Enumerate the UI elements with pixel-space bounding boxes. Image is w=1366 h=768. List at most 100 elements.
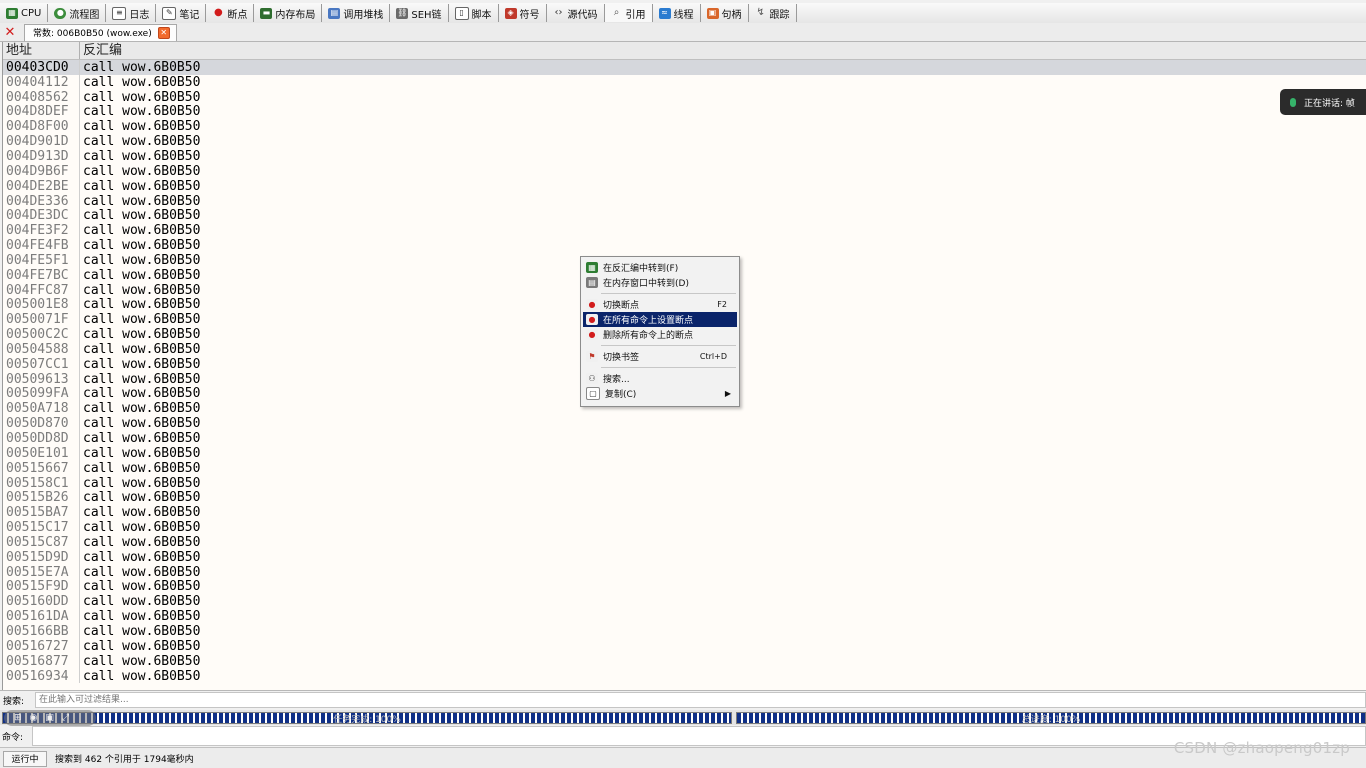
tab-graph[interactable]: ● 流程图 bbox=[48, 4, 107, 22]
disassembly-cell: call wow.6B0B50 bbox=[83, 653, 201, 669]
seh-icon: ⛓ bbox=[396, 7, 409, 19]
menu-item-toggle-bookmark[interactable]: ⚑ 切换书签 Ctrl+D bbox=[583, 349, 737, 364]
table-row[interactable]: 005158C1 call wow.6B0B50 bbox=[3, 476, 1366, 491]
menu-item-remove-breakpoints-all[interactable]: ● 删除所有命令上的断点 bbox=[583, 327, 737, 342]
address-cell: 0050071F bbox=[3, 312, 80, 327]
expand-icon[interactable]: ⤢ bbox=[62, 713, 69, 723]
table-row[interactable]: 00408562 call wow.6B0B50 bbox=[3, 90, 1366, 105]
address-cell: 004FE5F1 bbox=[3, 253, 80, 268]
table-row[interactable]: 00515667 call wow.6B0B50 bbox=[3, 461, 1366, 476]
table-row[interactable]: 004DE2BE call wow.6B0B50 bbox=[3, 179, 1366, 194]
table-row[interactable]: 00515F9D call wow.6B0B50 bbox=[3, 579, 1366, 594]
tab-log[interactable]: ≡ 日志 bbox=[106, 4, 157, 22]
column-header-disassembly[interactable]: 反汇编 bbox=[80, 42, 122, 59]
table-row[interactable]: 004DE336 call wow.6B0B50 bbox=[3, 194, 1366, 209]
close-all-tabs-icon[interactable]: ✕ bbox=[2, 24, 18, 40]
table-row[interactable]: 00515B26 call wow.6B0B50 bbox=[3, 490, 1366, 505]
table-row[interactable]: 005160DD call wow.6B0B50 bbox=[3, 594, 1366, 609]
address-cell: 004D9B6F bbox=[3, 164, 80, 179]
table-row[interactable]: 004D8F00 call wow.6B0B50 bbox=[3, 119, 1366, 134]
menu-separator bbox=[601, 293, 736, 294]
set-breakpoints-icon: ● bbox=[586, 314, 598, 325]
table-row[interactable]: 004D901D call wow.6B0B50 bbox=[3, 134, 1366, 149]
tab-constant-reference[interactable]: 常数: 006B0B50 (wow.exe) ✕ bbox=[24, 23, 177, 41]
task-progress-label: 任务完成: 100% bbox=[333, 714, 401, 725]
disassembly-cell: call wow.6B0B50 bbox=[83, 475, 201, 491]
table-row[interactable]: 004DE3DC call wow.6B0B50 bbox=[3, 208, 1366, 223]
status-bar: 运行中 搜索到 462 个引用于 1794毫秒内 bbox=[0, 747, 1366, 768]
table-row[interactable]: 00515C87 call wow.6B0B50 bbox=[3, 535, 1366, 550]
disassembly-cell: call wow.6B0B50 bbox=[83, 327, 201, 343]
tab-threads[interactable]: ≈ 线程 bbox=[653, 4, 701, 22]
table-row[interactable]: 004D8DEF call wow.6B0B50 bbox=[3, 104, 1366, 120]
table-row[interactable]: 0050E101 call wow.6B0B50 bbox=[3, 446, 1366, 461]
menu-item-set-breakpoints-all[interactable]: ● 在所有命令上设置断点 bbox=[583, 312, 737, 327]
table-row[interactable]: 00516877 call wow.6B0B50 bbox=[3, 654, 1366, 669]
tab-label: 断点 bbox=[227, 9, 248, 21]
search-input[interactable] bbox=[35, 692, 1366, 708]
record-icon[interactable]: ◉ bbox=[30, 713, 38, 723]
tab-call-stack[interactable]: ▤ 调用堆栈 bbox=[322, 4, 391, 22]
disassembly-cell: call wow.6B0B50 bbox=[83, 282, 201, 298]
menu-item-goto-disassembly[interactable]: ▦ 在反汇编中转到(F) bbox=[583, 260, 737, 275]
table-row[interactable]: 005161DA call wow.6B0B50 bbox=[3, 609, 1366, 624]
table-row[interactable]: 00515BA7 call wow.6B0B50 bbox=[3, 505, 1366, 520]
tab-breakpoints[interactable]: ● 断点 bbox=[206, 4, 255, 22]
table-row[interactable]: 00515D9D call wow.6B0B50 bbox=[3, 550, 1366, 565]
address-cell: 00408562 bbox=[3, 90, 80, 105]
menu-item-search[interactable]: ⚇ 搜索... bbox=[583, 371, 737, 386]
tab-handles[interactable]: ▣ 句柄 bbox=[701, 4, 749, 22]
menu-item-copy[interactable]: ▢ 复制(C) ▶ bbox=[583, 386, 737, 401]
tab-label: 流程图 bbox=[69, 9, 100, 21]
tab-references[interactable]: ⌕ 引用 bbox=[604, 4, 653, 22]
disassembly-cell: call wow.6B0B50 bbox=[83, 59, 201, 75]
menu-item-goto-memory[interactable]: ▤ 在内存窗口中转到(D) bbox=[583, 275, 737, 290]
address-cell: 00504588 bbox=[3, 342, 80, 357]
tab-label: CPU bbox=[21, 7, 42, 19]
bookmark-icon: ⚑ bbox=[586, 351, 598, 362]
table-row[interactable]: 00404112 call wow.6B0B50 bbox=[3, 75, 1366, 90]
menu-item-toggle-breakpoint[interactable]: ● 切换断点 F2 bbox=[583, 297, 737, 312]
command-input[interactable] bbox=[32, 726, 1366, 746]
table-row[interactable]: 004FE3F2 call wow.6B0B50 bbox=[3, 223, 1366, 238]
address-cell: 00515F9D bbox=[3, 579, 80, 594]
grid-icon[interactable]: ⊞ bbox=[14, 713, 22, 723]
disassembly-cell: call wow.6B0B50 bbox=[83, 386, 201, 402]
tab-seh[interactable]: ⛓ SEH链 bbox=[390, 4, 449, 22]
close-tab-icon[interactable]: ✕ bbox=[157, 26, 170, 39]
table-row[interactable]: 005166BB call wow.6B0B50 bbox=[3, 624, 1366, 639]
table-row[interactable]: 00515C17 call wow.6B0B50 bbox=[3, 520, 1366, 535]
table-row[interactable]: 004D9B6F call wow.6B0B50 bbox=[3, 164, 1366, 179]
tab-symbols[interactable]: ◈ 符号 bbox=[499, 4, 547, 22]
table-row[interactable]: 00516934 call wow.6B0B50 bbox=[3, 669, 1366, 684]
address-cell: 00403CD0 bbox=[3, 60, 80, 75]
script-icon: ▯ bbox=[454, 6, 469, 20]
disassembly-cell: call wow.6B0B50 bbox=[83, 104, 201, 120]
tab-label: 日志 bbox=[129, 9, 150, 21]
tab-script[interactable]: ▯ 脚本 bbox=[449, 4, 499, 22]
memory-map-icon: ▬ bbox=[260, 7, 273, 19]
disassembly-cell: call wow.6B0B50 bbox=[83, 534, 201, 550]
table-row[interactable]: 0050D870 call wow.6B0B50 bbox=[3, 416, 1366, 431]
tab-cpu[interactable]: ▦ CPU bbox=[0, 4, 49, 22]
address-cell: 004FE3F2 bbox=[3, 223, 80, 238]
tab-label: 源代码 bbox=[567, 9, 598, 21]
table-row[interactable]: 004FE4FB call wow.6B0B50 bbox=[3, 238, 1366, 253]
tab-source[interactable]: ‹› 源代码 bbox=[547, 4, 605, 22]
table-row[interactable]: 00515E7A call wow.6B0B50 bbox=[3, 565, 1366, 580]
address-cell: 004FFC87 bbox=[3, 283, 80, 298]
window-icon[interactable]: ▣ bbox=[45, 713, 54, 723]
table-row[interactable]: 004D913D call wow.6B0B50 bbox=[3, 149, 1366, 164]
tab-memory-map[interactable]: ▬ 内存布局 bbox=[254, 4, 323, 22]
table-row[interactable]: 00403CD0 call wow.6B0B50 bbox=[3, 60, 1366, 75]
tab-label: 笔记 bbox=[179, 9, 200, 21]
tab-trace[interactable]: ↯ 跟踪 bbox=[749, 4, 797, 22]
disassembly-cell: call wow.6B0B50 bbox=[83, 371, 201, 387]
table-row[interactable]: 00516727 call wow.6B0B50 bbox=[3, 639, 1366, 654]
watermark: CSDN @zhaopeng01zp bbox=[1173, 739, 1350, 757]
column-header-address[interactable]: 地址 bbox=[3, 42, 80, 59]
tab-notes[interactable]: ✎ 笔记 bbox=[156, 4, 207, 22]
table-row[interactable]: 0050DD8D call wow.6B0B50 bbox=[3, 431, 1366, 446]
notes-icon: ✎ bbox=[162, 6, 177, 20]
address-cell: 00516934 bbox=[3, 669, 80, 684]
